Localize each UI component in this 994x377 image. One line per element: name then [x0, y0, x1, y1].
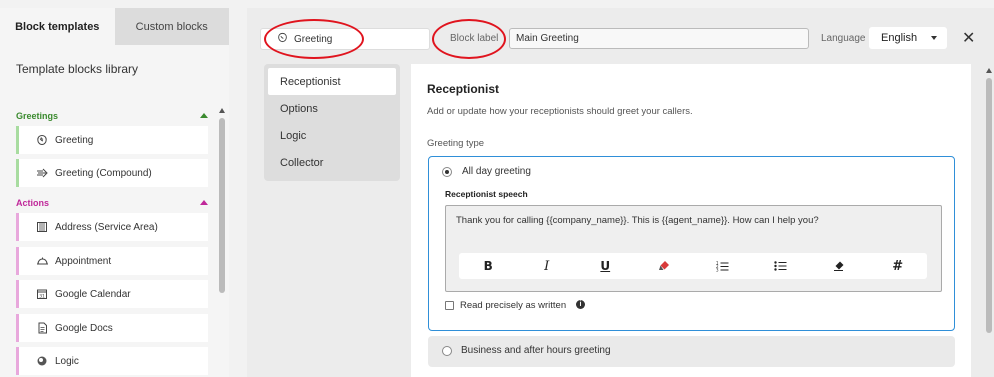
language-caption: Language: [821, 33, 866, 44]
svg-text:3: 3: [716, 268, 719, 273]
library-item-address[interactable]: Address (Service Area): [16, 213, 208, 241]
section-description: Add or update how your receptionists sho…: [427, 106, 693, 117]
block-editor: Greeting Block label Language English ✕ …: [247, 8, 994, 377]
read-precisely-checkbox[interactable]: [445, 301, 454, 310]
subnav-logic[interactable]: Logic: [268, 122, 396, 149]
speech-label: Receptionist speech: [445, 189, 528, 199]
subnav-options[interactable]: Options: [268, 95, 396, 122]
italic-icon[interactable]: I: [535, 256, 559, 276]
tab-block-templates[interactable]: Block templates: [0, 8, 115, 45]
section-title: Receptionist: [427, 82, 500, 96]
library-item-greeting-compound[interactable]: Greeting (Compound): [16, 159, 208, 187]
library-item-appointment[interactable]: Appointment: [16, 247, 208, 275]
radio-all-day[interactable]: [442, 167, 452, 177]
svg-text:31: 31: [39, 293, 45, 299]
library-item-label: Address (Service Area): [55, 221, 158, 233]
category-greetings-label: Greetings: [16, 111, 59, 121]
library-item-google-docs[interactable]: Google Docs: [16, 314, 208, 342]
option-all-day-label: All day greeting: [462, 166, 531, 177]
library-title: Template blocks library: [16, 62, 139, 76]
library-item-logic[interactable]: Logic: [16, 347, 208, 375]
scroll-up-icon[interactable]: [219, 108, 225, 113]
annotation-circle-block-label: [432, 19, 506, 59]
language-select[interactable]: English: [869, 27, 947, 49]
block-library-panel: Block templates Custom blocks Template b…: [0, 8, 229, 377]
library-item-label: Appointment: [55, 255, 112, 267]
category-greetings[interactable]: Greetings: [16, 111, 210, 121]
tab-custom-blocks[interactable]: Custom blocks: [114, 8, 229, 45]
library-item-google-calendar[interactable]: 31 Google Calendar: [16, 280, 208, 308]
option-business-hours-greeting[interactable]: Business and after hours greeting: [428, 336, 955, 367]
scroll-up-icon[interactable]: [986, 68, 992, 73]
block-label-input[interactable]: [509, 28, 809, 49]
library-item-label: Logic: [55, 355, 79, 367]
library-item-label: Greeting: [55, 134, 94, 146]
bold-icon[interactable]: B: [476, 256, 500, 276]
greeting-type-label: Greeting type: [427, 138, 485, 149]
library-item-label: Google Calendar: [55, 288, 131, 300]
appointment-icon: [35, 254, 49, 268]
language-value: English: [881, 32, 918, 44]
option-business-label: Business and after hours greeting: [461, 345, 611, 356]
collapse-arrow-icon[interactable]: [200, 113, 208, 118]
highlighter-icon[interactable]: [652, 256, 676, 276]
library-scrollbar[interactable]: [219, 108, 225, 377]
numbered-list-icon[interactable]: 123: [710, 256, 734, 276]
library-item-label: Greeting (Compound): [55, 167, 152, 179]
calendar-icon: 31: [35, 287, 49, 301]
collapse-arrow-icon[interactable]: [200, 200, 208, 205]
editor-scrollbar[interactable]: [986, 68, 993, 377]
category-actions-label: Actions: [16, 198, 50, 208]
library-tabs: Block templates Custom blocks: [0, 8, 229, 45]
subnav-receptionist[interactable]: Receptionist: [268, 68, 396, 95]
logic-icon: [35, 354, 49, 368]
greeting-icon: [35, 133, 49, 147]
subnav-collector[interactable]: Collector: [268, 149, 396, 176]
library-item-greeting[interactable]: Greeting: [16, 126, 208, 154]
hash-icon[interactable]: #: [886, 256, 910, 276]
annotation-circle-block-name: [264, 19, 364, 59]
speech-editor[interactable]: Thank you for calling {{company_name}}. …: [445, 205, 942, 292]
compound-greeting-icon: [35, 166, 49, 180]
library-item-label: Google Docs: [55, 322, 113, 334]
scrollbar-thumb[interactable]: [986, 78, 992, 333]
speech-text[interactable]: Thank you for calling {{company_name}}. …: [456, 215, 819, 226]
format-toolbar: B I U 123 #: [459, 253, 927, 279]
address-icon: [35, 220, 49, 234]
editor-subnav: Receptionist Options Logic Collector: [264, 64, 400, 181]
option-all-day-greeting[interactable]: All day greeting Receptionist speech Tha…: [428, 156, 955, 331]
close-icon[interactable]: ✕: [962, 28, 975, 48]
read-precisely-label: Read precisely as written: [460, 300, 567, 311]
receptionist-panel: Receptionist Add or update how your rece…: [411, 64, 971, 377]
underline-icon[interactable]: U: [593, 256, 617, 276]
caret-down-icon: [931, 36, 937, 40]
bullet-list-icon[interactable]: [769, 256, 793, 276]
docs-icon: [35, 321, 49, 335]
category-actions[interactable]: Actions: [16, 198, 210, 208]
info-icon[interactable]: i: [576, 300, 585, 309]
eraser-icon[interactable]: [827, 256, 851, 276]
radio-business-hours[interactable]: [442, 346, 452, 356]
scrollbar-thumb[interactable]: [219, 118, 225, 293]
